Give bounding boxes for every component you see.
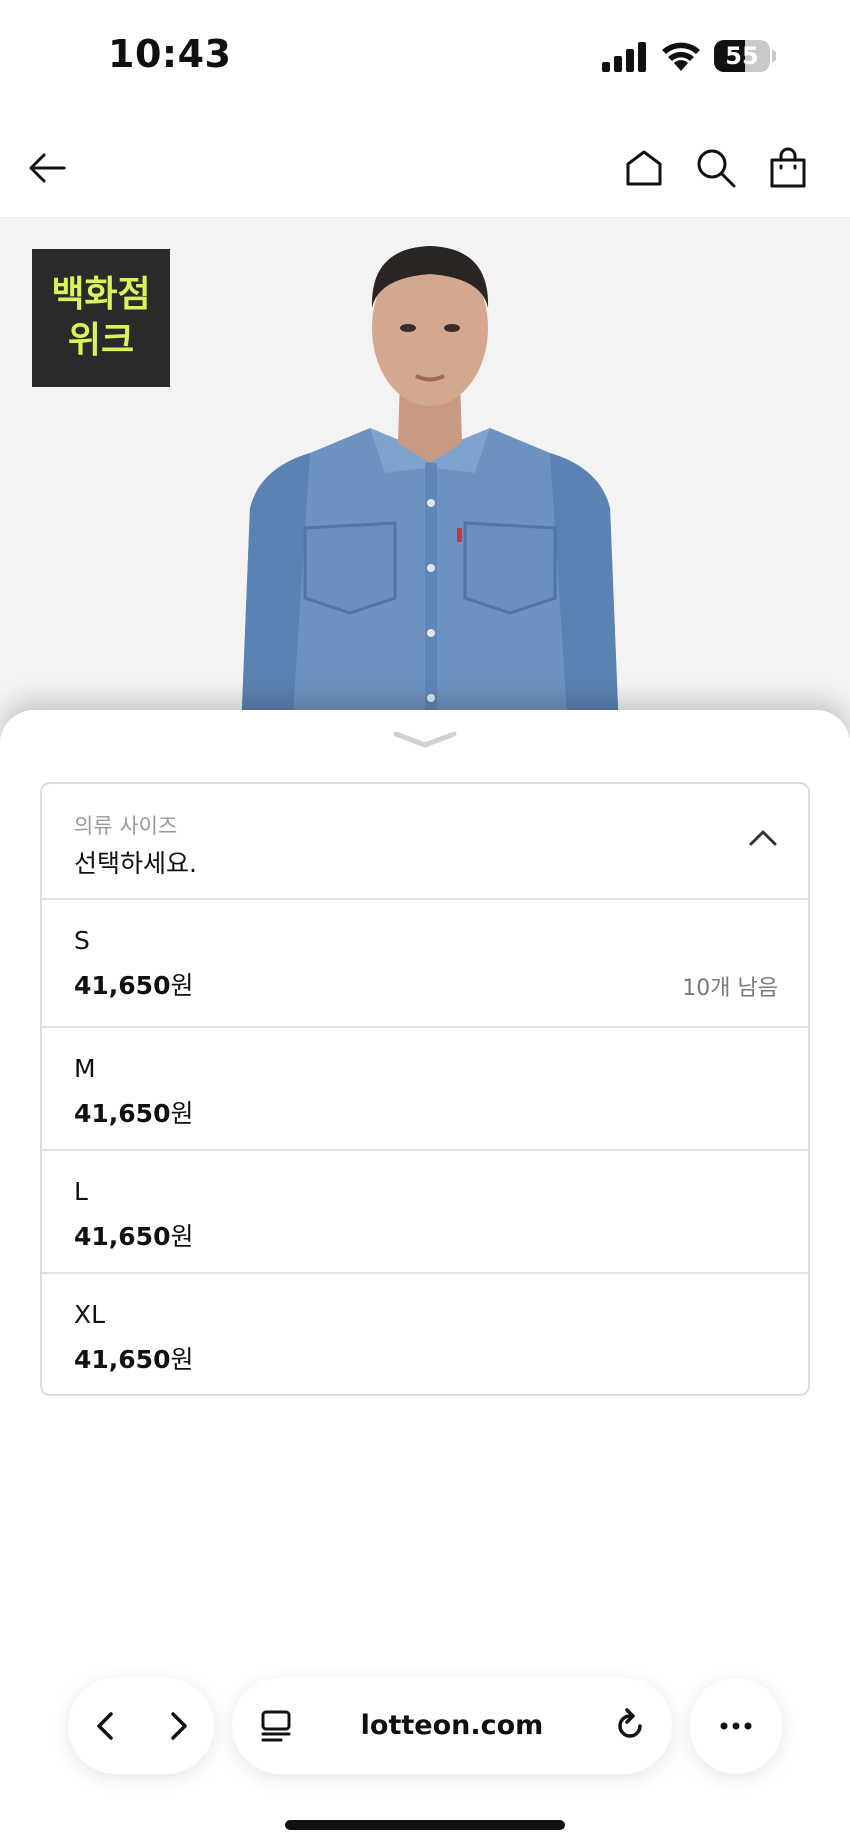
status-time: 10:43	[108, 32, 232, 76]
browser-nav-pill	[68, 1678, 214, 1774]
size-select-placeholder: 선택하세요.	[74, 849, 197, 878]
size-option-price: 41,650원	[74, 971, 194, 1000]
shopping-bag-icon[interactable]	[764, 144, 812, 192]
promo-badge-line1: 백화점	[51, 274, 151, 315]
size-option-stock: 10개 남음	[682, 976, 778, 1001]
size-select-dropdown: 의류 사이즈 선택하세요. S 41,650원 10개 남음 M 41,650원…	[40, 782, 810, 1396]
size-option-price: 41,650원	[74, 1222, 194, 1251]
promo-badge: 백화점 위크	[32, 249, 170, 387]
browser-toolbar: lotteon.com	[0, 1660, 850, 1842]
top-nav	[0, 118, 850, 218]
size-option-name: M	[74, 1054, 96, 1083]
status-bar: 10:43 55	[0, 0, 850, 118]
size-option-name: S	[74, 926, 90, 955]
url-text: lotteon.com	[360, 1710, 544, 1741]
size-option-m[interactable]: M 41,650원	[42, 1028, 808, 1151]
battery-icon: 55	[714, 40, 776, 72]
home-indicator	[285, 1820, 565, 1830]
more-icon[interactable]	[718, 1708, 754, 1744]
size-option-price: 41,650원	[74, 1099, 194, 1128]
search-icon[interactable]	[692, 144, 740, 192]
size-option-price: 41,650원	[74, 1345, 194, 1374]
reload-icon[interactable]	[612, 1708, 648, 1744]
forward-chevron-icon[interactable]	[160, 1708, 196, 1744]
size-option-xl[interactable]: XL 41,650원	[42, 1274, 808, 1394]
promo-badge-line2: 위크	[67, 320, 135, 361]
product-image-area: 백화점 위크	[0, 218, 850, 738]
back-chevron-icon[interactable]	[88, 1708, 124, 1744]
signal-icon	[602, 42, 646, 72]
address-bar[interactable]: lotteon.com	[232, 1678, 672, 1774]
product-photo	[240, 246, 620, 738]
chevron-up-icon[interactable]	[748, 828, 778, 848]
size-option-name: XL	[74, 1300, 106, 1329]
size-option-name: L	[74, 1177, 88, 1206]
size-select-header[interactable]: 의류 사이즈 선택하세요.	[42, 784, 808, 900]
size-select-label: 의류 사이즈	[74, 814, 178, 838]
wifi-icon	[662, 42, 700, 71]
more-options-pill[interactable]	[690, 1678, 782, 1774]
sheet-collapse-icon[interactable]	[392, 728, 458, 750]
size-option-l[interactable]: L 41,650원	[42, 1151, 808, 1274]
back-arrow-icon[interactable]	[24, 144, 72, 192]
size-option-s[interactable]: S 41,650원 10개 남음	[42, 900, 808, 1028]
home-icon[interactable]	[620, 144, 668, 192]
battery-level: 55	[725, 42, 759, 70]
